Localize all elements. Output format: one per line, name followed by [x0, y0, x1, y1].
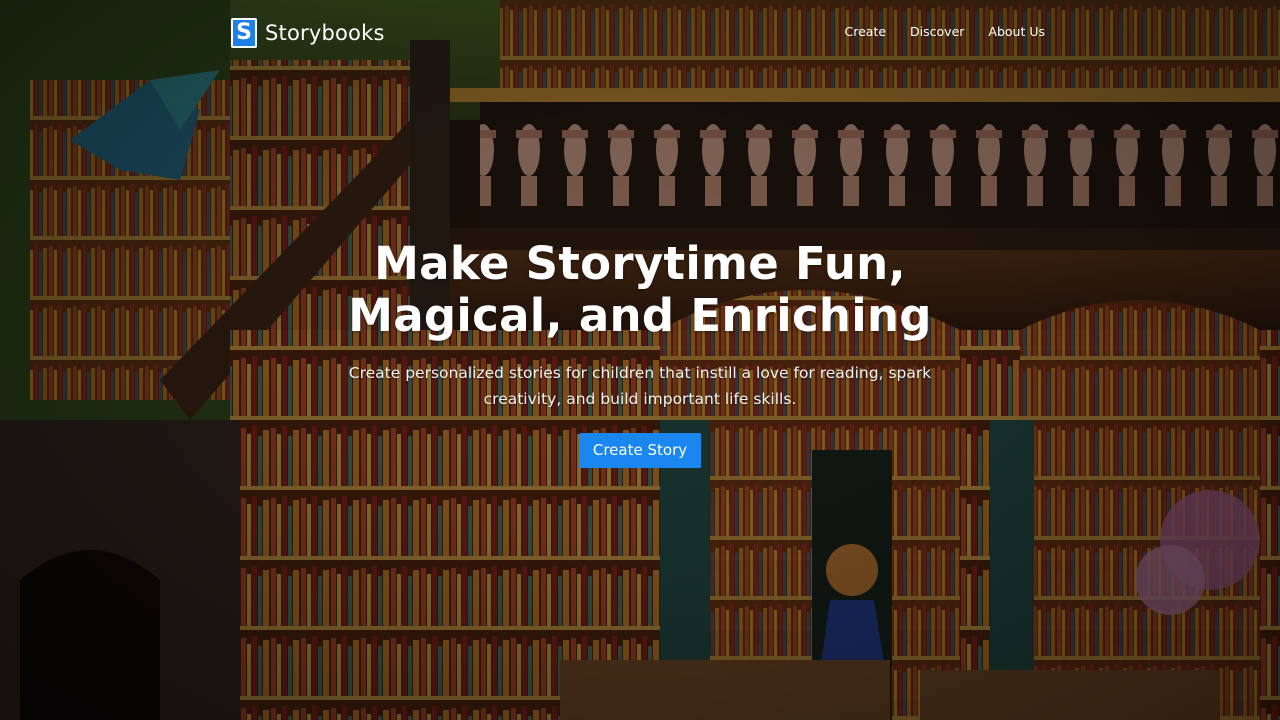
brand-home-link[interactable]: S Storybooks — [231, 18, 385, 48]
hero-title: Make Storytime Fun, Magical, and Enrichi… — [240, 238, 1040, 342]
hero-title-line-1: Make Storytime Fun, — [374, 237, 906, 290]
main-nav: Create Discover About Us — [845, 24, 1046, 39]
create-story-button[interactable]: Create Story — [578, 433, 702, 468]
storybooks-logo-icon: S — [231, 18, 257, 48]
brand-name: Storybooks — [265, 21, 385, 45]
nav-link-create[interactable]: Create — [845, 24, 887, 39]
hero-subtitle: Create personalized stories for children… — [348, 364, 932, 408]
nav-link-about-us[interactable]: About Us — [988, 24, 1045, 39]
hero-title-line-2: Magical, and Enriching — [348, 289, 932, 342]
page: S Storybooks Create Discover About Us Ma… — [0, 0, 1280, 720]
hero-section: Make Storytime Fun, Magical, and Enrichi… — [0, 238, 1280, 468]
top-navigation-bar: S Storybooks Create Discover About Us — [0, 0, 1280, 68]
nav-link-discover[interactable]: Discover — [910, 24, 964, 39]
